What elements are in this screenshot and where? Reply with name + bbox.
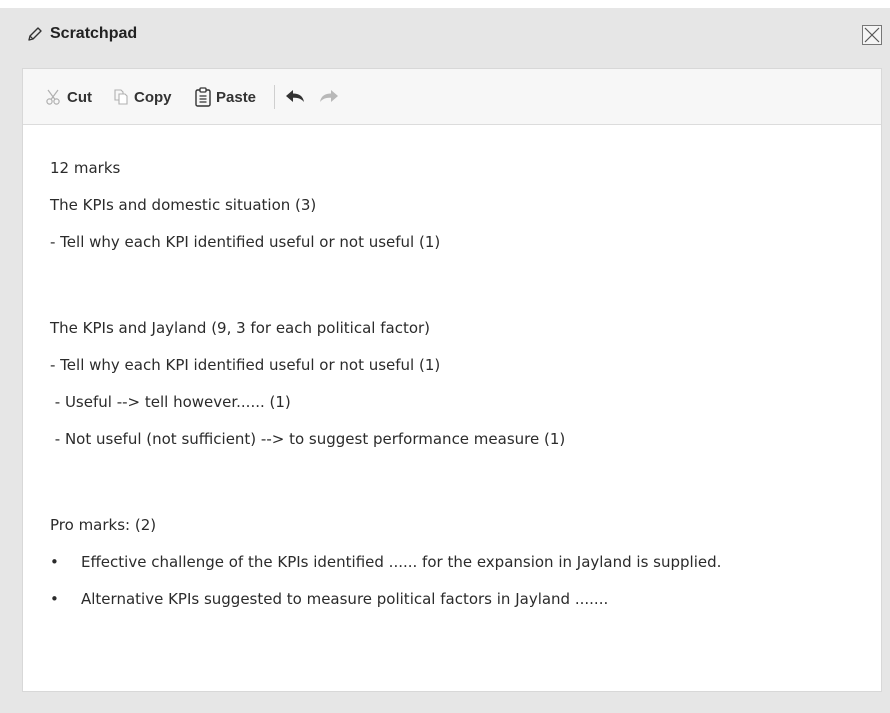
text-line: - Useful --> tell however...... (1) [50, 393, 291, 411]
bullet-item: • Effective challenge of the KPIs identif… [50, 553, 721, 571]
paste-label: Paste [216, 88, 257, 106]
redo-icon[interactable] [319, 89, 339, 105]
cut-label: Cut [67, 88, 92, 106]
copy-icon [114, 89, 128, 105]
scratchpad-window: Scratchpad Cut Copy Paste 12 marks The K… [0, 8, 890, 713]
text-line: The KPIs and domestic situation (3) [50, 196, 317, 214]
scratchpad-panel: Cut Copy Paste 12 marks The KPIs and dom… [22, 68, 882, 692]
clipboard-icon [195, 87, 211, 107]
bullet-item: • Alternative KPIs suggested to measure p… [50, 590, 608, 608]
pencil-icon [28, 27, 42, 41]
close-icon[interactable] [862, 25, 882, 45]
cut-button[interactable]: Cut [45, 87, 92, 107]
copy-label: Copy [134, 88, 172, 106]
text-line: 12 marks [50, 159, 121, 177]
undo-icon[interactable] [285, 89, 305, 105]
bullet-text: Alternative KPIs suggested to measure po… [81, 590, 609, 608]
bullet-marker: • [50, 553, 59, 571]
text-line: Pro marks: (2) [50, 516, 157, 534]
copy-button[interactable]: Copy [112, 87, 172, 107]
scratchpad-text-area[interactable]: 12 marks The KPIs and domestic situation… [23, 125, 881, 691]
toolbar: Cut Copy Paste [23, 69, 881, 125]
title-bar: Scratchpad [0, 8, 890, 58]
paste-button[interactable]: Paste [194, 87, 256, 107]
text-line: - Not useful (not sufficient) --> to sug… [50, 430, 566, 448]
scissors-icon [46, 89, 60, 105]
bullet-marker: • [50, 590, 59, 608]
text-line: The KPIs and Jayland (9, 3 for each poli… [50, 319, 431, 337]
text-line: - Tell why each KPI identified useful or… [50, 356, 441, 374]
bullet-text: Effective challenge of the KPIs identifi… [81, 553, 722, 571]
window-title: Scratchpad [50, 25, 138, 42]
toolbar-separator [274, 85, 275, 109]
text-line: - Tell why each KPI identified useful or… [50, 233, 441, 251]
